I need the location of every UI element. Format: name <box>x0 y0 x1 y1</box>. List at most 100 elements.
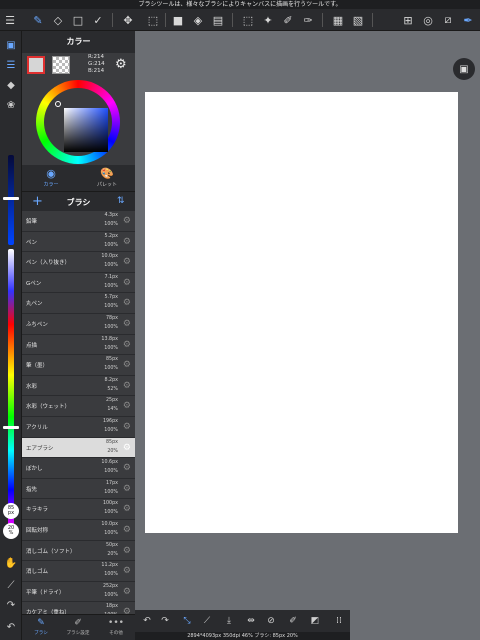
select-pen-icon[interactable]: ✐ <box>280 12 296 28</box>
brush-row[interactable]: エアブラシ 85px 20% ⚙ <box>22 437 135 459</box>
sort-brush-icon[interactable]: ⇅ <box>117 196 125 206</box>
filter-icon[interactable]: ▧ <box>350 12 366 28</box>
brush-row[interactable]: 消しゴム（ソフト） 50px 20% ⚙ <box>22 540 135 562</box>
brush-name: 筆（墨） <box>26 363 49 370</box>
brush-settings-gear-icon[interactable]: ⚙ <box>123 463 131 473</box>
undo-icon[interactable]: ↶ <box>3 619 19 635</box>
canvas-fit-icon[interactable]: ▣ <box>453 58 475 80</box>
tab-brush[interactable]: ✎ ブラシ <box>23 617 59 636</box>
brush-settings-gear-icon[interactable]: ⚙ <box>123 278 131 288</box>
brush-row[interactable]: キラキラ 100px 100% ⚙ <box>22 499 135 520</box>
gradient-icon[interactable]: ▤ <box>210 12 226 28</box>
color-settings-gear-icon[interactable]: ⚙ <box>115 57 127 72</box>
hue-wheel[interactable] <box>36 80 120 164</box>
redo-icon[interactable]: ↷ <box>157 613 173 629</box>
drawing-canvas[interactable] <box>145 92 458 533</box>
eyedropper-icon[interactable]: ⟋ <box>3 577 19 593</box>
grid-handle-icon[interactable]: ⁞⁞ <box>331 613 347 629</box>
brush-settings-gear-icon[interactable]: ⚙ <box>123 443 131 453</box>
brush-settings-gear-icon[interactable]: ⚙ <box>123 587 131 597</box>
select-tool-icon[interactable]: ⬚ <box>145 12 161 28</box>
brush-size-handle[interactable] <box>3 197 19 200</box>
layers-icon[interactable]: ◆ <box>3 77 19 93</box>
size-readout[interactable]: 85 px <box>3 503 19 519</box>
flip-icon[interactable]: ⇹ <box>243 613 259 629</box>
brush-row[interactable]: 鉛筆 4.3px 100% ⚙ <box>22 211 135 232</box>
stabilizer-icon[interactable]: ✓ <box>90 12 106 28</box>
brush-panel-toggle-icon[interactable]: ☰ <box>3 57 19 73</box>
brush-row[interactable]: ペン（入り抜き） 10.0px 100% ⚙ <box>22 252 135 273</box>
opacity-readout[interactable]: 20% <box>3 523 19 539</box>
tab-palette[interactable]: 🎨 パレット <box>82 167 132 189</box>
brush-opacity-slider[interactable] <box>8 249 14 529</box>
brush-row[interactable]: 回転対称 10.0px 100% ⚙ <box>22 519 135 541</box>
brush-settings-gear-icon[interactable]: ⚙ <box>123 607 131 614</box>
brush-settings-gear-icon[interactable]: ⚙ <box>123 422 131 432</box>
brush-row[interactable]: ぼかし 10.6px 100% ⚙ <box>22 458 135 479</box>
rectangle-tool-icon[interactable]: □ <box>70 12 86 28</box>
brush-row[interactable]: 筆（墨） 85px 100% ⚙ <box>22 355 135 376</box>
selection-rect-icon[interactable]: ⬚ <box>240 12 256 28</box>
brush-row[interactable]: ペン 5.2px 100% ⚙ <box>22 231 135 253</box>
brush-size-slider[interactable] <box>8 155 14 245</box>
materials-icon[interactable]: ❀ <box>3 97 19 113</box>
brush-settings-gear-icon[interactable]: ⚙ <box>123 566 131 576</box>
transform-icon[interactable]: ⤡ <box>179 613 195 629</box>
brush-row[interactable]: 指先 17px 100% ⚙ <box>22 478 135 500</box>
brush-opacity-handle[interactable] <box>3 426 19 429</box>
quick-edit-icon[interactable]: ◩ <box>307 613 323 629</box>
brush-settings-gear-icon[interactable]: ⚙ <box>123 360 131 370</box>
hue-cursor[interactable] <box>55 101 61 107</box>
brush-settings-gear-icon[interactable]: ⚙ <box>123 504 131 514</box>
brush-size: 4.3px <box>104 213 118 218</box>
brush-settings-gear-icon[interactable]: ⚙ <box>123 319 131 329</box>
hand-tool-icon[interactable]: ✋ <box>3 555 19 571</box>
tab-color[interactable]: ◉ カラー <box>26 167 76 189</box>
brush-settings-gear-icon[interactable]: ⚙ <box>123 237 131 247</box>
menu-icon[interactable]: ☰ <box>2 12 18 28</box>
brush-row[interactable]: Gペン 7.1px 100% ⚙ <box>22 272 135 294</box>
fill-color-icon[interactable]: ■ <box>170 12 186 28</box>
tab-other[interactable]: ••• その他 <box>98 617 134 636</box>
brush-settings-gear-icon[interactable]: ⚙ <box>123 340 131 350</box>
rotate-canvas-icon[interactable]: ◎ <box>420 12 436 28</box>
brush-settings-gear-icon[interactable]: ⚙ <box>123 546 131 556</box>
brush-settings-gear-icon[interactable]: ⚙ <box>123 257 131 267</box>
brush-row[interactable]: 消しゴム 11.2px 100% ⚙ <box>22 561 135 582</box>
color-panel-toggle-icon[interactable]: ▣ <box>3 37 19 53</box>
eyedropper-icon[interactable]: ⟋ <box>199 613 215 629</box>
ruler-icon[interactable]: ⧄ <box>440 12 456 28</box>
brush-row[interactable]: 水彩（ウェット） 25px 14% ⚙ <box>22 396 135 417</box>
brush-tool-icon[interactable]: ✎ <box>30 12 46 28</box>
brush-row[interactable]: 丸ペン 5.7px 100% ⚙ <box>22 293 135 314</box>
brush-settings-gear-icon[interactable]: ⚙ <box>123 525 131 535</box>
saturation-value-box[interactable] <box>64 108 108 152</box>
sub-color-swatch[interactable] <box>52 56 70 74</box>
brush-settings-gear-icon[interactable]: ⚙ <box>123 484 131 494</box>
brush-row[interactable]: 点描 13.8px 100% ⚙ <box>22 334 135 356</box>
undo-icon[interactable]: ↶ <box>139 613 155 629</box>
brush-row[interactable]: 水彩 8.2px 52% ⚙ <box>22 375 135 397</box>
edit-layer-icon[interactable]: ✐ <box>285 613 301 629</box>
brush-row[interactable]: ふちペン 78px 100% ⚙ <box>22 313 135 335</box>
brush-settings-gear-icon[interactable]: ⚙ <box>123 381 131 391</box>
bucket-icon[interactable]: ◈ <box>190 12 206 28</box>
move-tool-icon[interactable]: ✥ <box>120 12 136 28</box>
layer-menu-icon[interactable]: ▦ <box>330 12 346 28</box>
tab-brush-settings[interactable]: ✐ ブラシ設定 <box>60 617 96 636</box>
main-color-swatch[interactable] <box>27 56 45 74</box>
select-eraser-icon[interactable]: ✑ <box>300 12 316 28</box>
grid-icon[interactable]: ⊞ <box>400 12 416 28</box>
brush-row[interactable]: アクリル 196px 100% ⚙ <box>22 416 135 438</box>
brush-row[interactable]: カケアミ（重ね）18px100%⚙ <box>22 602 135 614</box>
brush-settings-gear-icon[interactable]: ⚙ <box>123 298 131 308</box>
eraser-tool-icon[interactable]: ◇ <box>50 12 66 28</box>
brush-row[interactable]: 平筆（ドライ） 252px 100% ⚙ <box>22 581 135 603</box>
brush-settings-gear-icon[interactable]: ⚙ <box>123 401 131 411</box>
no-rotate-icon[interactable]: ⊘ <box>263 613 279 629</box>
magic-wand-icon[interactable]: ✦ <box>260 12 276 28</box>
pen-input-icon[interactable]: ✒ <box>460 12 476 28</box>
redo-icon[interactable]: ↷ <box>3 597 19 613</box>
brush-settings-gear-icon[interactable]: ⚙ <box>123 216 131 226</box>
import-icon[interactable]: ⤓ <box>221 613 237 629</box>
